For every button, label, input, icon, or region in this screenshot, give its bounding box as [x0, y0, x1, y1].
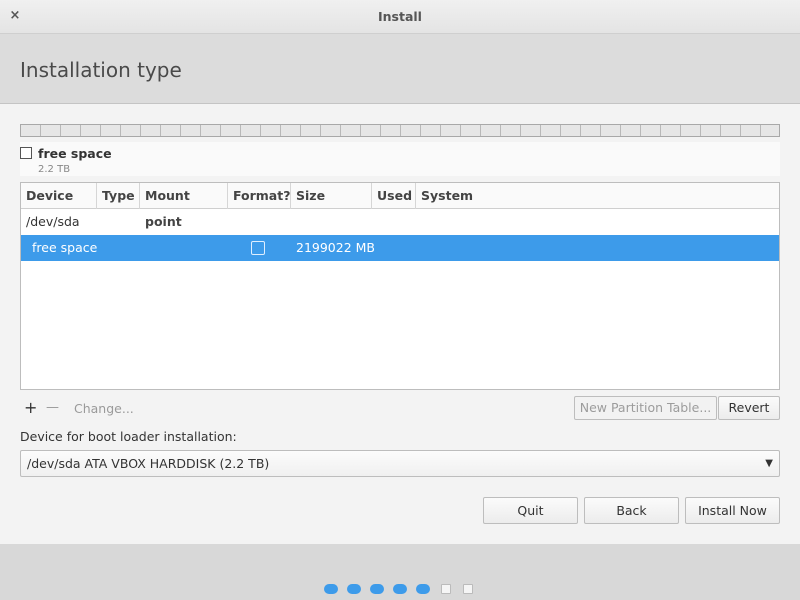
partition-toolbar: + — Change... New Partition Table... Rev…	[20, 396, 780, 422]
column-header-device[interactable]: Device	[21, 183, 97, 209]
column-header-size[interactable]: Size	[291, 183, 372, 209]
progress-dot-done	[324, 584, 338, 594]
main-content: free space 2.2 TB Device Type Mount poin…	[0, 104, 800, 544]
progress-dot-done	[370, 584, 384, 594]
partition-table: Device Type Mount point Format? Size Use…	[20, 182, 780, 390]
page-title: Installation type	[20, 58, 182, 82]
legend-size: 2.2 TB	[38, 164, 71, 175]
disk-usage-bar	[20, 124, 780, 137]
size-cell: 2199022 MB	[296, 240, 376, 255]
change-button[interactable]: Change...	[74, 401, 134, 416]
revert-button[interactable]: Revert	[718, 396, 780, 420]
progress-dot-pending	[463, 584, 473, 594]
legend-name: free space	[38, 146, 112, 161]
column-header-used[interactable]: Used	[372, 183, 416, 209]
format-checkbox[interactable]	[251, 241, 265, 255]
bootloader-device-select[interactable]: /dev/sda ATA VBOX HARDDISK (2.2 TB) ▼	[20, 450, 780, 477]
column-header-system[interactable]: System	[416, 183, 779, 209]
page-header: Installation type	[0, 34, 800, 104]
table-row-selected[interactable]: free space 2199022 MB	[21, 235, 779, 261]
device-cell: /dev/sda	[26, 214, 80, 229]
progress-footer	[0, 544, 800, 600]
bootloader-device-value: /dev/sda ATA VBOX HARDDISK (2.2 TB)	[27, 456, 270, 471]
bootloader-label: Device for boot loader installation:	[20, 429, 237, 444]
chevron-down-icon: ▼	[765, 458, 773, 469]
table-header: Device Type Mount point Format? Size Use…	[21, 183, 779, 229]
progress-dot-done	[393, 584, 407, 594]
device-cell: free space	[32, 240, 98, 255]
progress-dot-done	[347, 584, 361, 594]
back-button[interactable]: Back	[584, 497, 679, 524]
table-row[interactable]: /dev/sda	[21, 209, 779, 235]
quit-button[interactable]: Quit	[483, 497, 578, 524]
window-title: Install	[378, 9, 422, 24]
progress-dot-pending	[441, 584, 451, 594]
column-header-mount-point[interactable]: Mount point	[140, 183, 228, 229]
window-titlebar: × Install	[0, 0, 800, 34]
column-header-type[interactable]: Type	[97, 183, 140, 209]
progress-dot-done	[416, 584, 430, 594]
add-partition-icon[interactable]: +	[24, 398, 37, 417]
legend-swatch	[20, 147, 32, 159]
remove-partition-icon[interactable]: —	[46, 400, 59, 415]
install-now-button[interactable]: Install Now	[685, 497, 780, 524]
disk-legend: free space 2.2 TB	[20, 142, 780, 176]
new-partition-table-button[interactable]: New Partition Table...	[574, 396, 717, 420]
column-header-format[interactable]: Format?	[228, 183, 291, 209]
